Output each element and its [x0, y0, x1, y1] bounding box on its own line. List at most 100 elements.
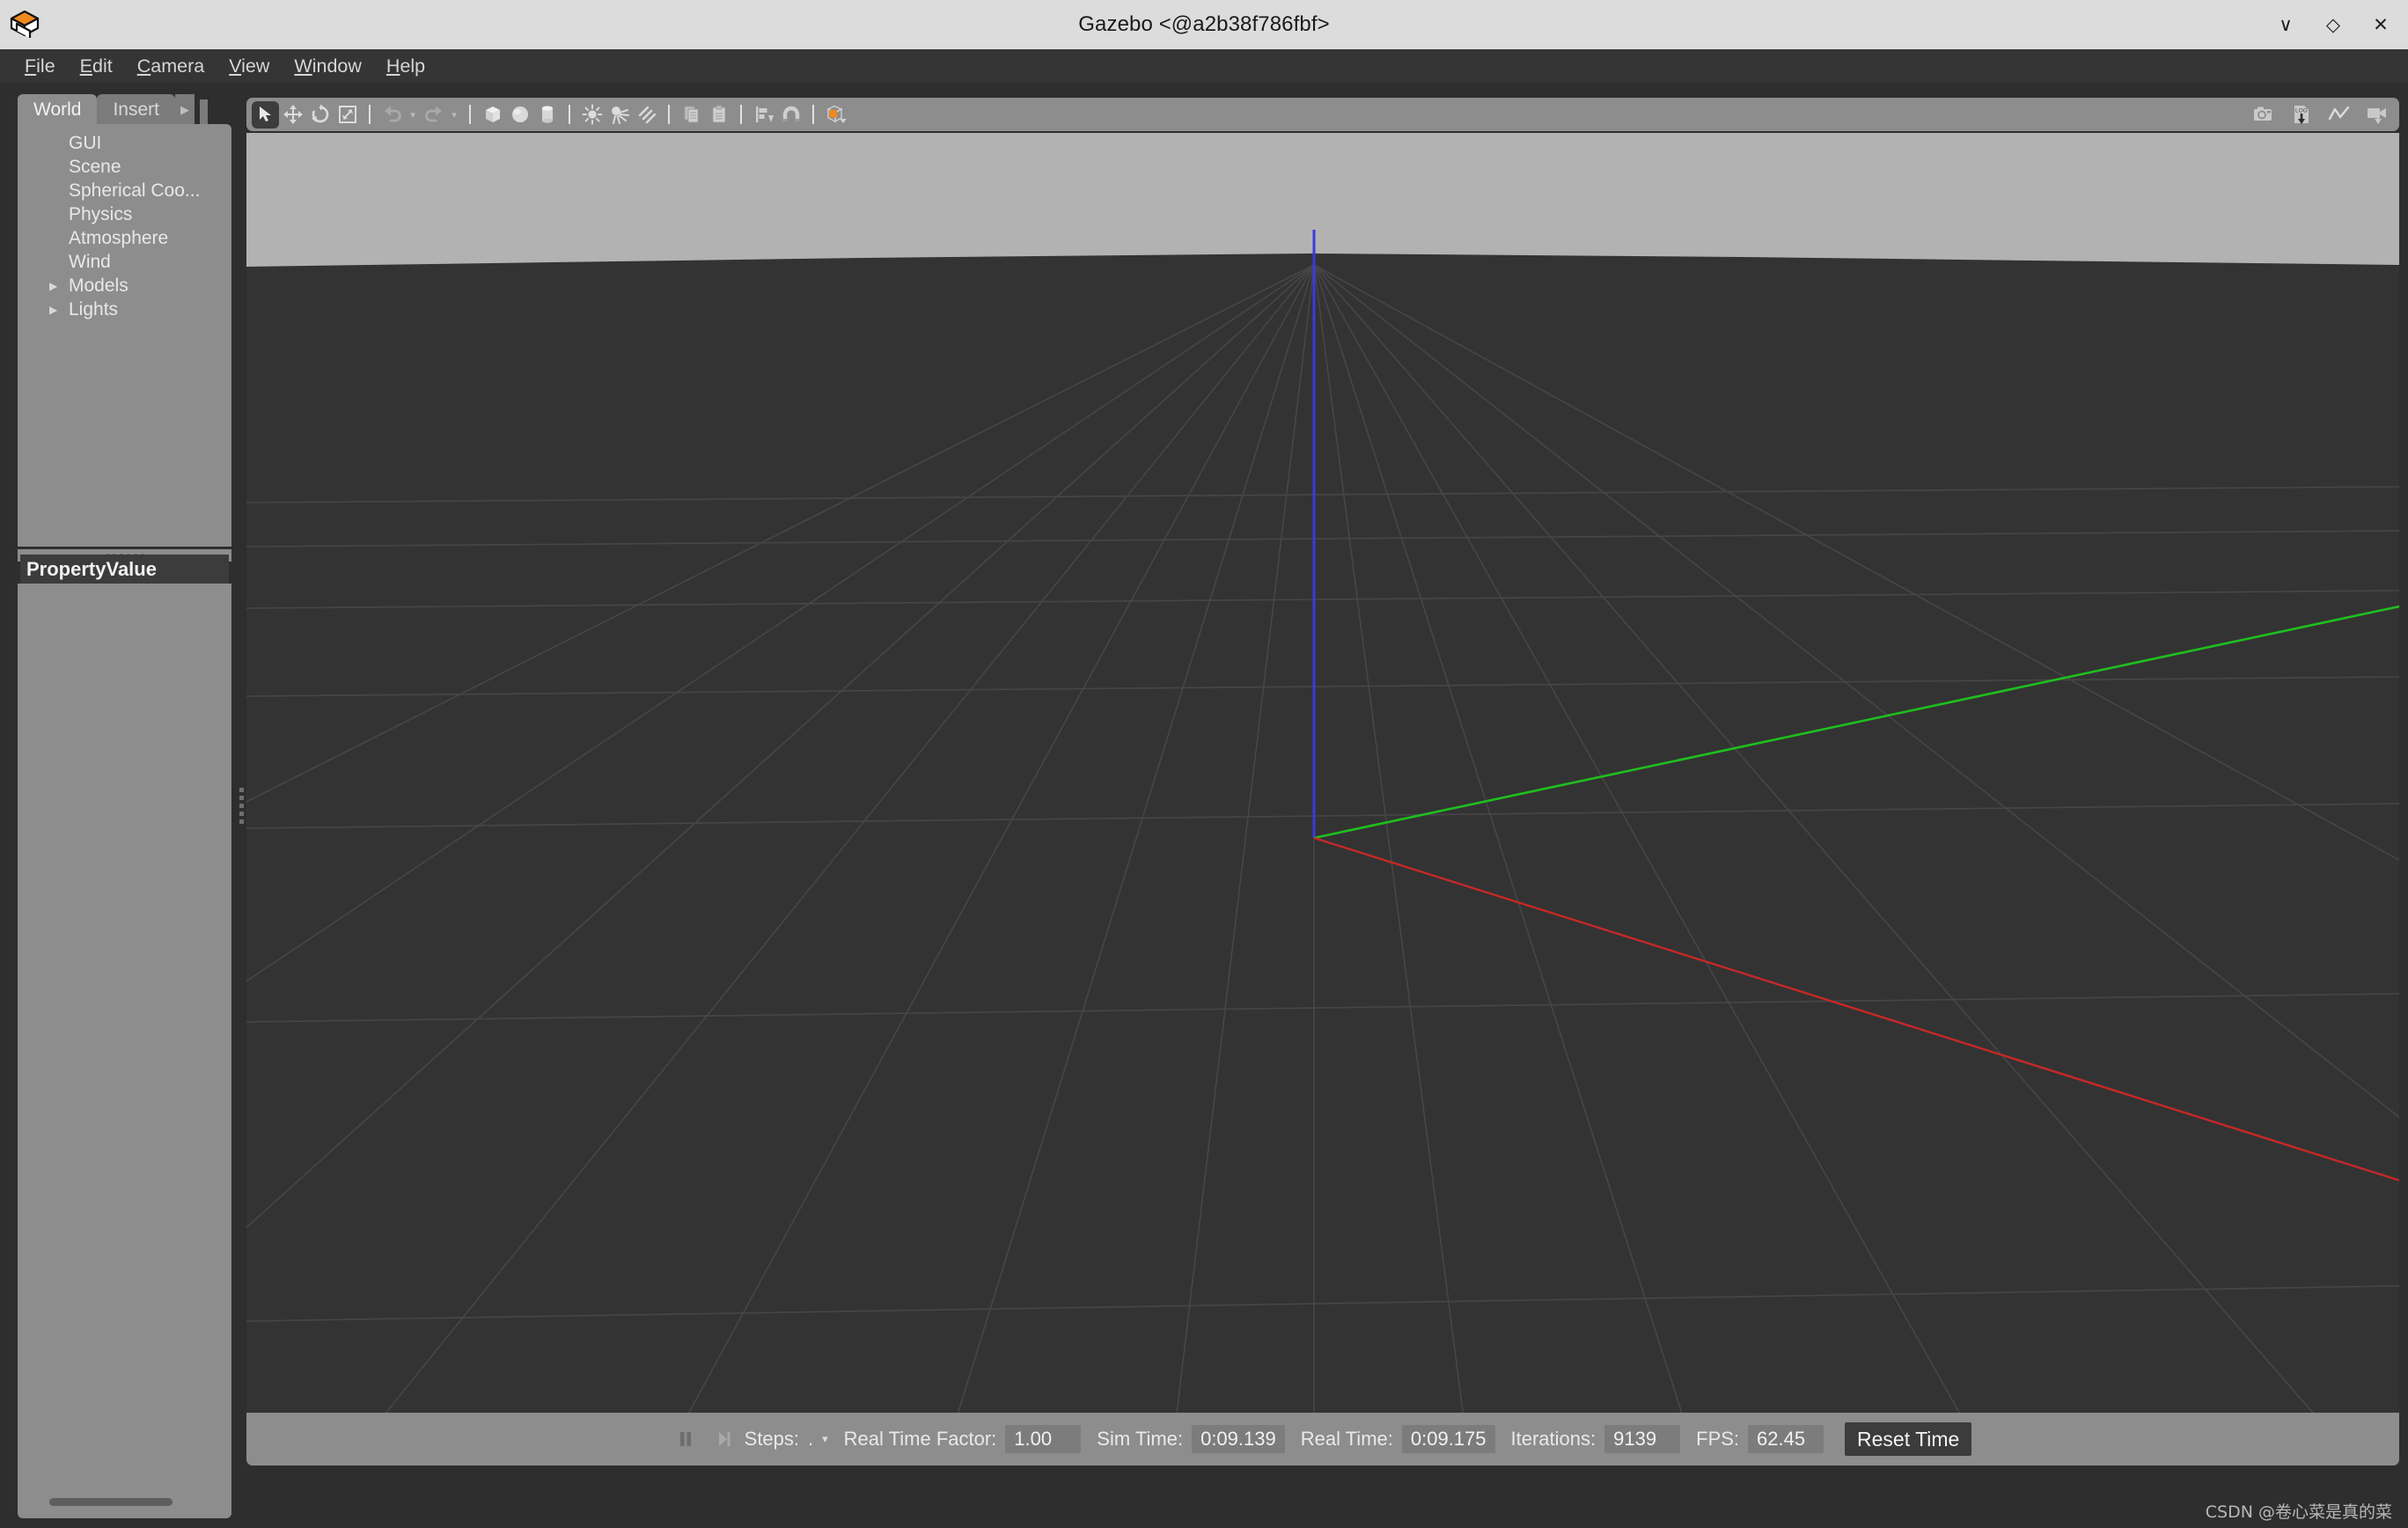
world-tree-list: GUI Scene Spherical Coo... Physics Atmos… [18, 124, 231, 321]
redo-button[interactable] [420, 101, 447, 129]
tree-item-physics[interactable]: Physics [18, 202, 231, 226]
redo-dropdown-icon[interactable]: ▾ [447, 101, 461, 129]
tree-item-label: Atmosphere [69, 227, 169, 248]
step-group: Steps: . ▾ [713, 1426, 828, 1452]
panel-vertical-splitter[interactable] [236, 92, 246, 1518]
insert-box-button[interactable] [479, 101, 506, 129]
cursor-arrow-icon [259, 107, 271, 121]
real-time-label: Real Time: [1300, 1428, 1393, 1450]
view-angle-button[interactable] [822, 101, 849, 129]
tab-insert[interactable]: Insert [97, 94, 175, 126]
left-panel: World Insert ▶ GUI Scene Spherical Coo..… [18, 92, 231, 1518]
align-button[interactable] [750, 101, 777, 129]
menu-view[interactable]: View [217, 52, 282, 81]
tree-item-atmosphere[interactable]: Atmosphere [18, 226, 231, 250]
copy-button[interactable] [678, 101, 705, 129]
sphere-icon [511, 107, 528, 122]
chevron-right-icon[interactable]: ▶ [49, 304, 57, 316]
scene-render [246, 133, 2399, 1466]
redo-arrow-icon [424, 106, 442, 122]
chevron-right-icon[interactable]: ▶ [49, 280, 57, 292]
snap-button[interactable] [777, 101, 804, 129]
rotate-icon [311, 104, 328, 123]
svg-text:LOG: LOG [2295, 108, 2308, 114]
menu-file[interactable]: File [12, 52, 68, 81]
reset-time-button[interactable]: Reset Time [1845, 1422, 1972, 1456]
fps-value: 62.45 [1748, 1425, 1824, 1453]
step-forward-button[interactable] [713, 1426, 736, 1452]
scale-tool-button[interactable] [334, 101, 361, 129]
main-area: ▾ ▾ LOG Steps: . ▾ Real Time Factor: 1.0… [246, 92, 2399, 1518]
sim-time-group: Sim Time: 0:09.139 [1097, 1425, 1285, 1453]
minimize-icon[interactable]: ∨ [2274, 13, 2297, 36]
pause-button-group [674, 1426, 697, 1452]
tree-item-label: Models [69, 275, 128, 296]
tree-item-label: GUI [69, 132, 102, 153]
directional-light-icon [638, 106, 656, 124]
tab-scroll-right-icon[interactable]: ▶ [175, 94, 195, 126]
insert-spot-light-button[interactable] [606, 101, 633, 129]
steps-label: Steps: [744, 1428, 800, 1450]
tree-item-spherical-coordinates[interactable]: Spherical Coo... [18, 179, 231, 202]
steps-dropdown-icon[interactable]: ▾ [822, 1432, 828, 1446]
video-record-button[interactable] [2363, 101, 2390, 129]
tree-item-wind[interactable]: Wind [18, 250, 231, 274]
steps-value: . [808, 1428, 814, 1450]
world-tree: GUI Scene Spherical Coo... Physics Atmos… [18, 124, 231, 547]
tree-item-label: Lights [69, 298, 119, 320]
iterations-label: Iterations: [1510, 1428, 1597, 1450]
log-record-button[interactable]: LOG [2287, 101, 2315, 129]
value-column-header: Value [106, 557, 157, 580]
undo-dropdown-icon[interactable]: ▾ [406, 101, 420, 129]
simulation-status-bar: Steps: . ▾ Real Time Factor: 1.00 Sim Ti… [246, 1413, 2399, 1466]
cylinder-icon [541, 106, 553, 123]
insert-directional-light-button[interactable] [633, 101, 660, 129]
plot-button[interactable] [2325, 101, 2353, 129]
close-icon[interactable]: ✕ [2369, 13, 2392, 36]
tree-item-label: Physics [69, 203, 133, 224]
tree-item-models[interactable]: ▶ Models [18, 274, 231, 298]
video-camera-download-icon [2367, 108, 2386, 124]
menu-help[interactable]: Help [374, 52, 437, 81]
tree-item-lights[interactable]: ▶ Lights [18, 298, 231, 321]
maximize-icon[interactable]: ◇ [2322, 13, 2345, 36]
property-table-horizontal-scrollbar[interactable] [49, 1498, 173, 1506]
pause-button[interactable] [674, 1426, 697, 1452]
paste-button[interactable] [705, 101, 732, 129]
render-viewport[interactable]: Steps: . ▾ Real Time Factor: 1.00 Sim Ti… [246, 133, 2399, 1466]
menu-camera[interactable]: Camera [125, 52, 217, 81]
menu-window[interactable]: Window [282, 52, 373, 81]
menu-edit[interactable]: Edit [68, 52, 125, 81]
tree-item-gui[interactable]: GUI [18, 131, 231, 155]
window-controls: ∨ ◇ ✕ [2274, 13, 2392, 36]
insert-sphere-button[interactable] [506, 101, 533, 129]
insert-cylinder-button[interactable] [533, 101, 561, 129]
rotate-tool-button[interactable] [306, 101, 334, 129]
screenshot-button[interactable] [2250, 101, 2277, 129]
move-arrows-icon [283, 105, 303, 124]
undo-button[interactable] [378, 101, 406, 129]
magnet-snap-icon [782, 106, 799, 121]
copy-icon [684, 106, 698, 123]
tab-world[interactable]: World [18, 94, 98, 126]
fps-label: FPS: [1696, 1428, 1740, 1450]
tree-item-scene[interactable]: Scene [18, 155, 231, 179]
render-toolbar: ▾ ▾ LOG [246, 98, 2399, 131]
real-time-factor-group: Real Time Factor: 1.00 [844, 1425, 1082, 1453]
insert-point-light-button[interactable] [578, 101, 606, 129]
undo-arrow-icon [384, 106, 401, 122]
pause-icon [679, 1432, 691, 1446]
real-time-factor-label: Real Time Factor: [843, 1428, 997, 1450]
property-table-body [18, 584, 231, 1518]
tab-strip-edge [200, 99, 208, 126]
real-time-group: Real Time: 0:09.175 [1301, 1425, 1495, 1453]
point-light-icon [582, 104, 602, 125]
property-table-header: Property Value [20, 555, 229, 584]
sim-time-label: Sim Time: [1097, 1428, 1184, 1450]
fps-group: FPS: 62.45 [1696, 1425, 1824, 1453]
sim-time-value: 0:09.139 [1192, 1425, 1285, 1453]
scale-icon [338, 106, 356, 123]
select-tool-button[interactable] [252, 100, 279, 129]
translate-tool-button[interactable] [279, 101, 306, 129]
real-time-factor-value: 1.00 [1005, 1425, 1082, 1453]
